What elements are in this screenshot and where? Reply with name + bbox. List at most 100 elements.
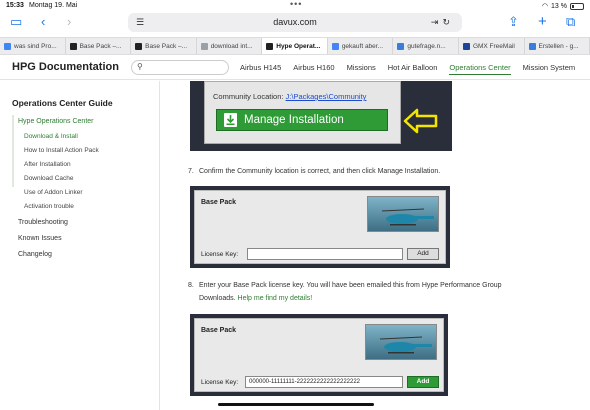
tab-favicon-icon — [397, 42, 405, 50]
nav-link[interactable]: Mission System — [523, 63, 576, 75]
sidebar-section-rule — [12, 115, 14, 187]
browser-tab[interactable]: Base Pack –... — [131, 38, 197, 54]
status-date: Montag 19. Mai — [29, 2, 78, 9]
tab-favicon-icon — [200, 42, 208, 50]
base-pack-title: Base Pack — [201, 199, 237, 206]
site-header: HPG Documentation ⚲ Airbus H145 Airbus H1… — [0, 56, 590, 80]
tab-label: was sind Pro... — [14, 42, 57, 50]
browser-tab[interactable]: Base Pack –... — [66, 38, 132, 54]
back-icon[interactable]: ‹ — [41, 14, 45, 30]
tab-favicon-icon — [331, 42, 339, 50]
status-right: ◠ 13 % — [542, 2, 584, 10]
sidebar-item-troubleshooting[interactable]: Troubleshooting — [18, 219, 68, 226]
tab-favicon-icon — [135, 42, 143, 50]
url-text: davux.com — [273, 17, 317, 27]
community-location: Community Location: J:\Packages\Communit… — [213, 92, 366, 101]
tab-favicon-icon — [69, 42, 77, 50]
browser-tab[interactable]: gutefrage.n... — [393, 38, 459, 54]
tab-favicon-icon — [528, 42, 536, 50]
base-pack-title: Base Pack — [201, 327, 237, 334]
yellow-arrow-icon — [403, 108, 438, 134]
helicopter-thumbnail — [367, 196, 439, 232]
step-7: 7. Confirm the Community location is corr… — [188, 165, 440, 178]
download-icon — [224, 113, 237, 127]
tab-bar: was sind Pro... Base Pack –... Base Pack –… — [0, 37, 590, 55]
tab-label: gekauft aber... — [341, 42, 384, 50]
nav-link[interactable]: Airbus H145 — [240, 63, 281, 75]
sidebar-item-known-issues[interactable]: Known Issues — [18, 235, 62, 242]
tab-label: gutefrage.n... — [407, 42, 446, 50]
share-icon[interactable]: ⇪ — [508, 14, 519, 30]
sidebar-item-addon-linker[interactable]: Use of Addon Linker — [24, 189, 83, 196]
battery-icon — [570, 2, 584, 10]
multitask-dots-icon[interactable]: ••• — [290, 0, 302, 9]
step-7-text: Confirm the Community location is correc… — [199, 168, 441, 175]
step-7-number: 7. — [188, 168, 194, 175]
sidebar-item-changelog[interactable]: Changelog — [18, 251, 52, 258]
sidebar-item-after-installation[interactable]: After Installation — [24, 161, 71, 168]
wifi-icon: ◠ — [541, 3, 549, 10]
browser-tab[interactable]: Hype Operat... — [262, 38, 328, 54]
status-time: 15:33 — [6, 2, 24, 9]
tab-label: GMX FreeMail — [472, 42, 515, 50]
manage-installation-screenshot: Community Location: J:\Packages\Communit… — [190, 81, 452, 151]
new-tab-icon[interactable]: + — [538, 14, 547, 30]
nav-link[interactable]: Airbus H160 — [293, 63, 334, 75]
browser-tab[interactable]: download int... — [197, 38, 263, 54]
main-content: Community Location: J:\Packages\Communit… — [161, 81, 590, 410]
license-key-field-image — [247, 248, 403, 260]
browser-tab[interactable]: Erstellen - g... — [525, 38, 590, 54]
step-8-text: Enter your Base Pack license key. You wi… — [199, 282, 502, 289]
site-brand[interactable]: HPG Documentation — [12, 61, 119, 73]
page-menu-icon[interactable]: ☰ — [136, 13, 144, 32]
license-key-label: License Key: — [201, 379, 239, 386]
manage-installation-label: Manage Installation — [244, 114, 344, 126]
step-8-number: 8. — [188, 282, 194, 289]
browser-tab[interactable]: gekauft aber... — [328, 38, 394, 54]
license-key-field-image: 000000-11111111-2222222222222222222 — [245, 376, 403, 388]
step-8: 8. Enter your Base Pack license key. You … — [188, 279, 502, 305]
add-button-image: Add — [407, 376, 439, 388]
site-nav: Airbus H145 Airbus H160 Missions Hot Air Ba… — [240, 63, 587, 75]
sidebar-item-download-install[interactable]: Download & Install — [24, 133, 78, 140]
address-bar[interactable]: ☰ davux.com ⇥↻ — [128, 13, 462, 32]
tab-label: download int... — [210, 42, 253, 50]
nav-link[interactable]: Hot Air Balloon — [388, 63, 438, 75]
license-key-filled-screenshot: Base Pack License Key: 000000-11111111-2… — [190, 314, 448, 396]
browser-tab[interactable]: GMX FreeMail — [459, 38, 525, 54]
manage-installation-button-image: Manage Installation — [216, 109, 388, 131]
tab-overview-icon[interactable]: ⧉ — [566, 14, 575, 30]
sidebar-title: Operations Center Guide — [12, 98, 113, 108]
screenshot-panel: Base Pack License Key: Add — [194, 190, 446, 264]
helicopter-thumbnail — [365, 324, 437, 360]
tab-label: Base Pack –... — [79, 42, 122, 50]
nav-link[interactable]: Operations Center — [449, 63, 511, 75]
sidebar-item-hype-operations-center[interactable]: Hype Operations Center — [18, 118, 93, 125]
step-8-text-cont: Downloads. — [199, 295, 236, 302]
status-bar: 15:33 Montag 19. Mai ••• ◠ 13 % — [0, 0, 590, 12]
community-location-label: Community Location: — [213, 92, 284, 101]
tab-favicon-icon — [266, 42, 274, 50]
tab-favicon-icon — [4, 42, 11, 50]
site-search-input[interactable]: ⚲ — [131, 60, 229, 75]
forward-icon[interactable]: › — [67, 14, 71, 30]
sidebar-item-download-cache[interactable]: Download Cache — [24, 175, 74, 182]
sidebar-item-install-action-pack[interactable]: How to Install Action Pack — [24, 147, 99, 154]
nav-link[interactable]: Missions — [347, 63, 376, 75]
sidebar-item-activation-trouble[interactable]: Activation trouble — [24, 203, 74, 210]
docs-sidebar: Operations Center Guide Hype Operations … — [0, 81, 160, 410]
browser-tab[interactable]: was sind Pro... — [0, 38, 66, 54]
sidebar-toggle-icon[interactable]: ▭ — [10, 14, 22, 30]
license-key-label: License Key: — [201, 251, 239, 258]
reload-icon[interactable]: ⇥↻ — [431, 13, 454, 32]
tab-favicon-icon — [462, 42, 470, 50]
help-find-details-link[interactable]: Help me find my details! — [238, 295, 313, 302]
tab-label: Erstellen - g... — [538, 42, 579, 50]
tab-label: Base Pack –... — [145, 42, 188, 50]
home-indicator — [218, 403, 374, 406]
screenshot-panel: Base Pack License Key: 000000-11111111-2… — [194, 318, 444, 392]
screenshot-panel: Community Location: J:\Packages\Communit… — [204, 81, 401, 144]
battery-label: 13 % — [551, 2, 567, 10]
license-key-empty-screenshot: Base Pack License Key: Add — [190, 186, 450, 268]
community-location-path: J:\Packages\Community — [285, 92, 367, 101]
